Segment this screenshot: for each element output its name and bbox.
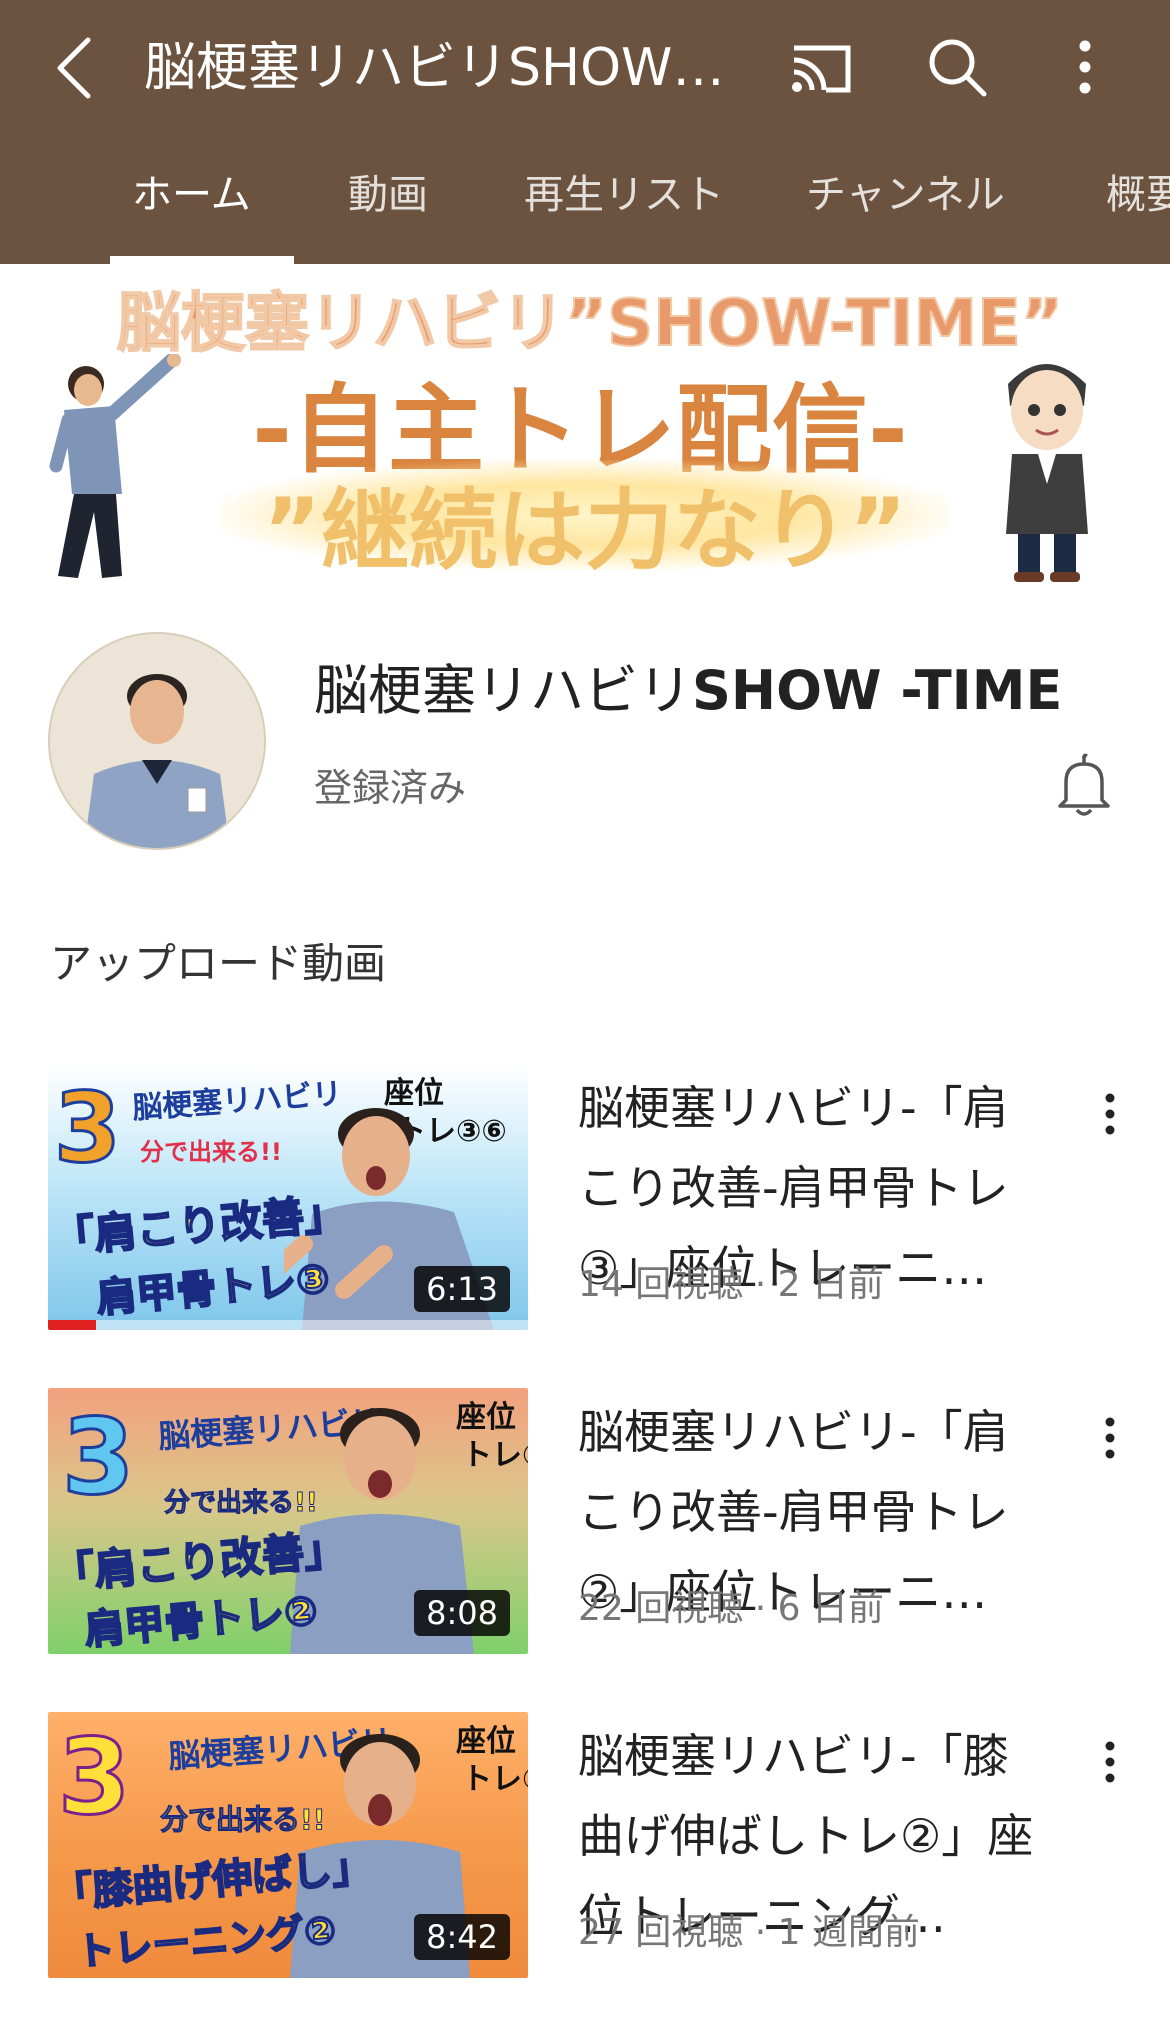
video-duration: 8:08 bbox=[414, 1590, 510, 1636]
cast-button[interactable] bbox=[786, 34, 856, 104]
subscription-status[interactable]: 登録済み bbox=[314, 758, 466, 818]
bell-icon bbox=[1058, 753, 1110, 816]
avatar-photo bbox=[50, 634, 264, 848]
search-button[interactable] bbox=[922, 32, 992, 102]
channel-name: 脳梗塞リハビリSHOW -TIME bbox=[314, 656, 1134, 726]
banner-person-photo bbox=[49, 354, 181, 578]
video-thumbnail[interactable]: 3 脳梗塞リハビリ 分で出来る!! 座位 トレ③⑥ 「肩こり改善」 肩甲骨トレ③… bbox=[48, 1064, 528, 1330]
thumb-big-number: 3 bbox=[56, 1715, 131, 1840]
video-meta: 27 回視聴 · 1 週間前 bbox=[578, 1912, 920, 1953]
app-bar: 脳梗塞リハビリSHOW… ホーム 動画 再生リスト チャンネル 概要 bbox=[0, 0, 1170, 264]
video-meta: 14 回視聴 · 2 日前 bbox=[578, 1264, 884, 1305]
chevron-left-icon bbox=[57, 37, 91, 99]
video-duration: 8:42 bbox=[414, 1914, 510, 1960]
tab-about[interactable]: 概要 bbox=[1106, 150, 1170, 264]
video-more-button[interactable] bbox=[1090, 1408, 1130, 1468]
banner-cartoon-avatar bbox=[1006, 364, 1088, 582]
channel-name-en: SHOW -TIME bbox=[692, 659, 1063, 722]
cast-icon bbox=[792, 45, 851, 93]
tab-videos[interactable]: 動画 bbox=[348, 150, 428, 264]
channel-tabs: ホーム 動画 再生リスト チャンネル 概要 bbox=[0, 150, 1170, 264]
more-vertical-icon bbox=[1105, 1741, 1115, 1783]
back-button[interactable] bbox=[44, 28, 104, 108]
page-title: 脳梗塞リハビリSHOW… bbox=[144, 38, 725, 98]
active-tab-indicator bbox=[110, 256, 294, 264]
section-title-uploads: アップロード動画 bbox=[50, 939, 387, 988]
channel-avatar[interactable] bbox=[48, 632, 266, 850]
more-options-button[interactable] bbox=[1060, 32, 1110, 102]
tab-channels[interactable]: チャンネル bbox=[806, 150, 1005, 264]
search-icon bbox=[929, 39, 987, 97]
video-more-button[interactable] bbox=[1090, 1084, 1130, 1144]
tab-home[interactable]: ホーム bbox=[132, 150, 251, 264]
more-vertical-icon bbox=[1105, 1093, 1115, 1135]
video-thumbnail[interactable]: 3 脳梗塞リハビリ 分で出来る!! 座位 トレ③⑤ 「肩こり改善」 肩甲骨トレ②… bbox=[48, 1388, 528, 1654]
more-vertical-icon bbox=[1105, 1417, 1115, 1459]
video-list-item[interactable]: 3 脳梗塞リハビリ 分で出来る!! 座位 トレ③⑤ 「肩こり改善」 肩甲骨トレ②… bbox=[0, 1388, 1170, 1658]
video-thumbnail[interactable]: 3 脳梗塞リハビリ 分で出来る!! 座位 トレ③④ 「膝曲げ伸ばし」 トレーニン… bbox=[48, 1712, 528, 1978]
thumb-sub-caption: 分で出来る!! bbox=[140, 1138, 282, 1166]
tab-playlists[interactable]: 再生リスト bbox=[524, 150, 724, 264]
channel-banner: 脳梗塞リハビリ”SHOW-TIME” -自主トレ配信- ”継続は力なり” bbox=[0, 264, 1170, 590]
notification-bell-button[interactable] bbox=[1054, 752, 1114, 820]
video-duration: 6:13 bbox=[414, 1266, 510, 1312]
thumb-big-number: 3 bbox=[60, 1395, 135, 1520]
watch-progress-track bbox=[48, 1320, 528, 1330]
more-vertical-icon bbox=[1079, 40, 1091, 94]
banner-slogan: ”継続は力なり” bbox=[220, 460, 950, 582]
thumb-big-number: 3 bbox=[53, 1071, 123, 1186]
top-toolbar: 脳梗塞リハビリSHOW… bbox=[0, 0, 1170, 136]
banner-headline: 脳梗塞リハビリ”SHOW-TIME” bbox=[116, 286, 1064, 362]
channel-name-jp: 脳梗塞リハビリ bbox=[314, 659, 692, 722]
thumb-side-caption-2: トレ③④ bbox=[462, 1762, 528, 1797]
video-meta: 22 回視聴 · 6 日前 bbox=[578, 1588, 884, 1629]
watch-progress-bar bbox=[48, 1320, 96, 1330]
video-more-button[interactable] bbox=[1090, 1732, 1130, 1792]
video-list-item[interactable]: 3 脳梗塞リハビリ 分で出来る!! 座位 トレ③④ 「膝曲げ伸ばし」 トレーニン… bbox=[0, 1712, 1170, 1982]
video-list-item[interactable]: 3 脳梗塞リハビリ 分で出来る!! 座位 トレ③⑥ 「肩こり改善」 肩甲骨トレ③… bbox=[0, 1064, 1170, 1334]
